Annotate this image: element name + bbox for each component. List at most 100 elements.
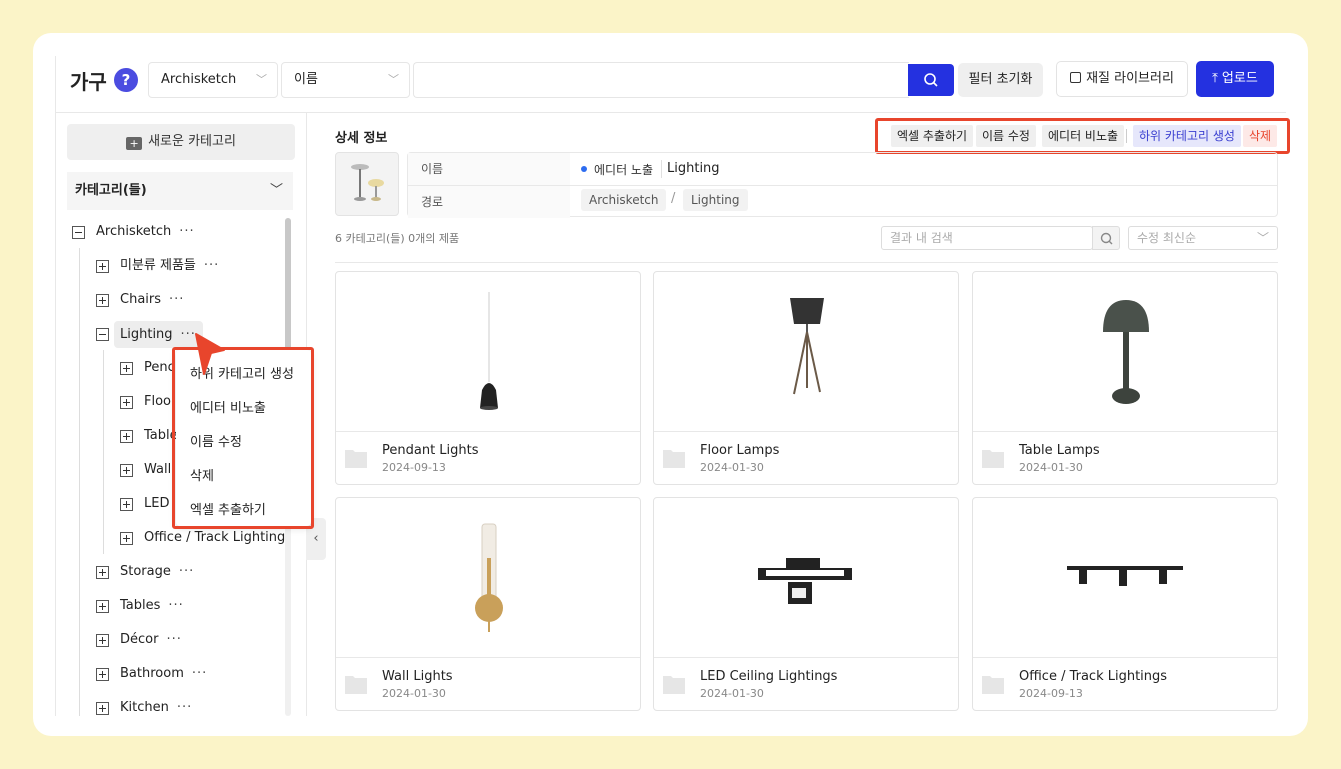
collapse-icon[interactable] xyxy=(72,226,85,239)
tree-item[interactable]: Kitchen ··· xyxy=(120,696,192,720)
expand-icon[interactable] xyxy=(96,702,109,715)
reset-filter-button[interactable]: 필터 초기화 xyxy=(958,63,1043,97)
more-icon[interactable]: ··· xyxy=(177,700,192,715)
tree-item[interactable]: Chairs ··· xyxy=(120,288,184,312)
tree-item[interactable]: Office / Track Lightings xyxy=(144,526,286,550)
card-date: 2024-09-13 xyxy=(1019,687,1083,700)
hide-editor-button[interactable]: 에디터 비노출 xyxy=(1042,125,1125,147)
expand-icon[interactable] xyxy=(120,396,133,409)
card-name: Table Lamps xyxy=(1019,443,1100,458)
divider xyxy=(661,160,662,178)
sort-select[interactable]: 수정 최신순 ﹀ xyxy=(1128,226,1278,250)
expand-icon[interactable] xyxy=(96,668,109,681)
expand-icon[interactable] xyxy=(120,430,133,443)
tree-item[interactable]: 미분류 제품들 ··· xyxy=(120,254,219,278)
delete-button[interactable]: 삭제 xyxy=(1243,125,1278,147)
tree-item-label: Tables xyxy=(120,598,161,613)
more-icon[interactable]: ··· xyxy=(168,598,183,613)
search-input[interactable] xyxy=(413,62,909,98)
folder-icon xyxy=(345,676,367,694)
more-icon[interactable]: ··· xyxy=(166,632,181,647)
expand-icon[interactable] xyxy=(96,600,109,613)
search-icon xyxy=(1100,232,1113,245)
tree-item[interactable]: Bathroom ··· xyxy=(120,662,207,686)
more-icon[interactable]: ··· xyxy=(204,258,219,273)
help-icon[interactable]: ? xyxy=(114,68,138,92)
card-name: Pendant Lights xyxy=(382,443,479,458)
folder-plus-icon: + xyxy=(126,137,143,150)
category-card[interactable]: Wall Lights 2024-01-30 xyxy=(335,497,641,711)
collapse-icon[interactable] xyxy=(96,328,109,341)
library-select-value: Archisketch xyxy=(161,72,237,87)
detail-table: 이름 에디터 노출 Lighting 경로 Archisketch / Ligh… xyxy=(407,152,1278,218)
card-image xyxy=(973,498,1277,658)
library-icon xyxy=(1070,72,1082,83)
category-card[interactable]: Office / Track Lightings 2024-09-13 xyxy=(972,497,1278,711)
upload-button[interactable]: ⤒ 업로드 xyxy=(1196,61,1274,97)
upload-label: 업로드 xyxy=(1221,71,1258,86)
tree-item-label: 미분류 제품들 xyxy=(120,258,196,273)
result-search-input[interactable]: 결과 내 검색 xyxy=(881,226,1093,250)
tree-item-label: Chairs xyxy=(120,292,162,307)
expand-icon[interactable] xyxy=(96,260,109,273)
more-icon[interactable]: ··· xyxy=(192,666,207,681)
folder-icon xyxy=(982,676,1004,694)
expand-icon[interactable] xyxy=(120,464,133,477)
card-name: Wall Lights xyxy=(382,669,453,684)
card-image xyxy=(336,272,640,432)
tree-item[interactable]: Storage ··· xyxy=(120,560,194,584)
tree-item[interactable]: Floo xyxy=(144,390,171,414)
expand-icon[interactable] xyxy=(96,566,109,579)
card-image xyxy=(973,272,1277,432)
export-excel-button[interactable]: 엑셀 추출하기 xyxy=(891,125,974,147)
field-select[interactable]: 이름 ﹀ xyxy=(281,62,410,98)
tree-item[interactable]: Tables ··· xyxy=(120,594,184,618)
more-icon[interactable]: ··· xyxy=(169,292,184,307)
card-date: 2024-01-30 xyxy=(1019,461,1083,474)
library-select[interactable]: Archisketch ﹀ xyxy=(148,62,278,98)
more-icon[interactable]: ··· xyxy=(179,564,194,579)
upload-icon: ⤒ xyxy=(1212,71,1218,86)
category-card[interactable]: Table Lamps 2024-01-30 xyxy=(972,271,1278,485)
categories-header[interactable]: 카테고리(들) ﹀ xyxy=(67,172,293,210)
result-count: 6 카테고리(들) 0개의 제품 xyxy=(335,232,460,245)
breadcrumb-item[interactable]: Lighting xyxy=(683,189,748,211)
chevron-down-icon: ﹀ xyxy=(388,73,399,86)
chevron-left-icon: ‹ xyxy=(313,531,319,546)
new-category-button[interactable]: + 새로운 카테고리 xyxy=(67,124,295,160)
tree-item-label: Archisketch xyxy=(96,224,172,239)
material-library-label: 재질 라이브러리 xyxy=(1086,71,1174,86)
category-card[interactable]: LED Ceiling Lightings 2024-01-30 xyxy=(653,497,959,711)
search-button[interactable] xyxy=(908,64,954,96)
name-label: 이름 xyxy=(408,153,570,185)
scrollbar-thumb[interactable] xyxy=(285,218,291,358)
tree-item[interactable]: Décor ··· xyxy=(120,628,182,652)
expand-icon[interactable] xyxy=(120,498,133,511)
expand-icon[interactable] xyxy=(96,294,109,307)
sort-value: 수정 최신순 xyxy=(1137,231,1197,245)
category-card[interactable]: Pendant Lights 2024-09-13 xyxy=(335,271,641,485)
create-subcategory-button[interactable]: 하위 카테고리 생성 xyxy=(1133,125,1241,147)
material-library-button[interactable]: 재질 라이브러리 xyxy=(1056,61,1188,97)
result-search-button[interactable] xyxy=(1092,226,1120,250)
expand-icon[interactable] xyxy=(96,634,109,647)
tree-item[interactable]: Penc xyxy=(144,356,175,380)
breadcrumb-item[interactable]: Archisketch xyxy=(581,189,667,211)
expand-icon[interactable] xyxy=(120,362,133,375)
folder-icon xyxy=(982,450,1004,468)
category-card[interactable]: Floor Lamps 2024-01-30 xyxy=(653,271,959,485)
expand-icon[interactable] xyxy=(120,532,133,545)
tree-item[interactable]: Wall xyxy=(144,458,171,482)
search-icon xyxy=(924,73,938,87)
detail-title: 상세 정보 xyxy=(335,131,388,146)
divider xyxy=(56,112,1286,113)
tree-item[interactable]: LED xyxy=(144,492,169,516)
more-icon[interactable]: ··· xyxy=(179,224,194,239)
breadcrumb-separator: / xyxy=(671,191,676,206)
card-image xyxy=(336,498,640,658)
category-thumbnail xyxy=(335,152,399,216)
rename-button[interactable]: 이름 수정 xyxy=(976,125,1036,147)
card-image xyxy=(654,272,958,432)
tree-item-root[interactable]: Archisketch ··· xyxy=(96,220,195,244)
tree-guide xyxy=(79,248,80,716)
